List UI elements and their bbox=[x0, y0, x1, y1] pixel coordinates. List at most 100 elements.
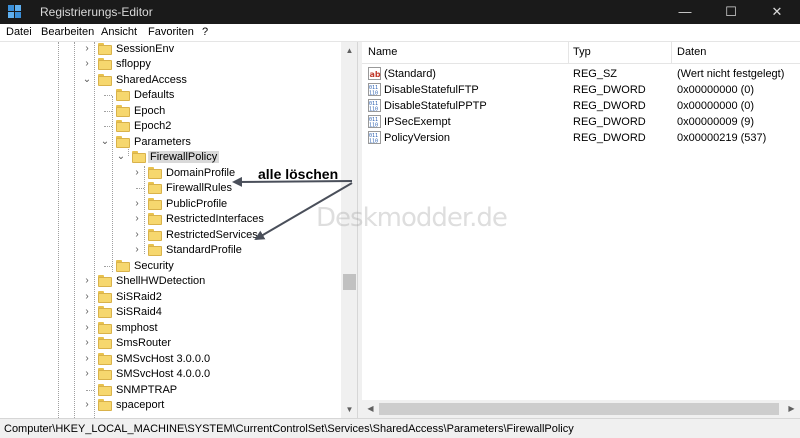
value-row[interactable]: 011 110 DisableStatefulFTP REG_DWORD 0x00000… bbox=[362, 82, 800, 98]
collapse-chevron-icon[interactable]: ⌄ bbox=[100, 136, 110, 148]
value-type: REG_DWORD bbox=[573, 116, 646, 128]
tree-item-snmptrap[interactable]: SNMPTRAP bbox=[0, 383, 340, 398]
scroll-thumb[interactable] bbox=[343, 274, 356, 290]
tree-item-label: spaceport bbox=[116, 399, 165, 411]
tree-item-sharedaccess[interactable]: ⌄ SharedAccess bbox=[0, 73, 340, 88]
expand-chevron-icon[interactable]: › bbox=[132, 198, 142, 210]
tree-item-label: sfloppy bbox=[116, 58, 151, 70]
tree-item-label: DomainProfile bbox=[166, 167, 236, 179]
tree-item-label: ShellHWDetection bbox=[116, 275, 206, 287]
tree-item-label: SiSRaid2 bbox=[116, 291, 162, 303]
folder-icon bbox=[116, 89, 130, 101]
scroll-thumb[interactable] bbox=[379, 403, 779, 415]
tree-item-label: Defaults bbox=[134, 89, 175, 101]
tree-item-restrictedservices[interactable]: › RestrictedServices bbox=[0, 228, 340, 243]
tree-item-label: FirewallPolicy bbox=[148, 151, 220, 163]
expand-chevron-icon[interactable]: › bbox=[82, 399, 92, 411]
registry-editor-icon bbox=[8, 5, 21, 18]
tree-item-sessionenv[interactable]: › SessionEnv bbox=[0, 42, 340, 57]
expand-chevron-icon[interactable]: › bbox=[82, 353, 92, 365]
tree-item-epoch[interactable]: Epoch bbox=[0, 104, 340, 119]
column-separator[interactable] bbox=[671, 42, 672, 64]
scroll-right-icon[interactable]: ▶ bbox=[783, 400, 800, 418]
scroll-left-icon[interactable]: ◀ bbox=[362, 400, 379, 418]
string-value-icon: ab bbox=[368, 67, 381, 80]
tree-item-firewallrules[interactable]: FirewallRules bbox=[0, 181, 340, 196]
expand-chevron-icon[interactable]: › bbox=[132, 229, 142, 241]
tree-item-shellhwdetection[interactable]: › ShellHWDetection bbox=[0, 274, 340, 289]
value-data: 0x00000009 (9) bbox=[677, 116, 755, 128]
tree-item-label: SMSvcHost 4.0.0.0 bbox=[116, 368, 211, 380]
folder-icon bbox=[98, 306, 112, 318]
menu-help[interactable]: ? bbox=[202, 26, 208, 38]
tree-item-label: RestrictedServices bbox=[166, 229, 258, 241]
menu-datei[interactable]: Datei bbox=[6, 26, 32, 38]
collapse-chevron-icon[interactable]: ⌄ bbox=[82, 74, 92, 86]
tree-item-label: SNMPTRAP bbox=[116, 384, 178, 396]
column-separator[interactable] bbox=[568, 42, 569, 64]
expand-chevron-icon[interactable]: › bbox=[82, 306, 92, 318]
menu-ansicht[interactable]: Ansicht bbox=[101, 26, 137, 38]
column-name[interactable]: Name bbox=[368, 46, 397, 58]
tree-item-firewallpolicy[interactable]: ⌄ FirewallPolicy bbox=[0, 150, 340, 165]
column-data[interactable]: Daten bbox=[677, 46, 706, 58]
tree-item-label: StandardProfile bbox=[166, 244, 242, 256]
tree-item-label: SharedAccess bbox=[116, 74, 187, 86]
folder-icon bbox=[148, 198, 162, 210]
tree-item-smsvchost-3-0-0-0[interactable]: › SMSvcHost 3.0.0.0 bbox=[0, 352, 340, 367]
expand-chevron-icon[interactable]: › bbox=[132, 213, 142, 225]
value-row[interactable]: 011 110 PolicyVersion REG_DWORD 0x00000219 (… bbox=[362, 130, 800, 146]
tree-item-publicprofile[interactable]: › PublicProfile bbox=[0, 197, 340, 212]
tree-item-smphost[interactable]: › smphost bbox=[0, 321, 340, 336]
value-name: (Standard) bbox=[384, 68, 436, 80]
tree-item-spaceport[interactable]: › spaceport bbox=[0, 398, 340, 413]
menu-bar: Datei Bearbeiten Ansicht Favoriten ? bbox=[0, 24, 800, 42]
maximize-button[interactable]: ☐ bbox=[708, 0, 754, 24]
value-row[interactable]: 011 110 IPSecExempt REG_DWORD 0x00000009 (9) bbox=[362, 114, 800, 130]
scroll-up-icon[interactable]: ▲ bbox=[341, 42, 357, 59]
value-name: DisableStatefulPPTP bbox=[384, 100, 487, 112]
minimize-button[interactable]: — bbox=[662, 0, 708, 24]
list-horizontal-scrollbar[interactable]: ◀ ▶ bbox=[362, 400, 800, 418]
collapse-chevron-icon[interactable]: ⌄ bbox=[116, 151, 126, 163]
expand-chevron-icon[interactable]: › bbox=[82, 368, 92, 380]
expand-chevron-icon[interactable]: › bbox=[82, 58, 92, 70]
value-name: PolicyVersion bbox=[384, 132, 451, 144]
column-type[interactable]: Typ bbox=[573, 46, 591, 58]
value-type: REG_DWORD bbox=[573, 100, 646, 112]
expand-chevron-icon[interactable]: › bbox=[82, 43, 92, 55]
value-name: DisableStatefulFTP bbox=[384, 84, 479, 96]
expand-chevron-icon[interactable]: › bbox=[82, 275, 92, 287]
tree-connector-line bbox=[136, 188, 144, 189]
tree-item-smsrouter[interactable]: › SmsRouter bbox=[0, 336, 340, 351]
tree-item-label: RestrictedInterfaces bbox=[166, 213, 264, 225]
menu-bearbeiten[interactable]: Bearbeiten bbox=[41, 26, 94, 38]
tree-item-restrictedinterfaces[interactable]: › RestrictedInterfaces bbox=[0, 212, 340, 227]
value-row[interactable]: ab (Standard) REG_SZ (Wert nicht festgelegt… bbox=[362, 66, 800, 82]
tree-item-sisraid2[interactable]: › SiSRaid2 bbox=[0, 290, 340, 305]
tree-item-sisraid4[interactable]: › SiSRaid4 bbox=[0, 305, 340, 320]
expand-chevron-icon[interactable]: › bbox=[132, 244, 142, 256]
value-type: REG_DWORD bbox=[573, 84, 646, 96]
menu-favoriten[interactable]: Favoriten bbox=[148, 26, 194, 38]
expand-chevron-icon[interactable]: › bbox=[82, 337, 92, 349]
tree-connector-line bbox=[86, 390, 94, 391]
svg-text:110: 110 bbox=[369, 91, 378, 97]
tree-item-parameters[interactable]: ⌄ Parameters bbox=[0, 135, 340, 150]
expand-chevron-icon[interactable]: › bbox=[132, 167, 142, 179]
value-row[interactable]: 011 110 DisableStatefulPPTP REG_DWORD 0x0000… bbox=[362, 98, 800, 114]
dword-value-icon: 011110 bbox=[368, 131, 381, 144]
scroll-down-icon[interactable]: ▼ bbox=[341, 401, 357, 418]
tree-item-sfloppy[interactable]: › sfloppy bbox=[0, 57, 340, 72]
tree-item-defaults[interactable]: Defaults bbox=[0, 88, 340, 103]
value-data: 0x00000000 (0) bbox=[677, 100, 755, 112]
expand-chevron-icon[interactable]: › bbox=[82, 291, 92, 303]
tree-item-security[interactable]: Security bbox=[0, 259, 340, 274]
expand-chevron-icon[interactable]: › bbox=[82, 322, 92, 334]
close-button[interactable]: ✕ bbox=[754, 0, 800, 24]
tree-item-standardprofile[interactable]: › StandardProfile bbox=[0, 243, 340, 258]
tree-item-epoch2[interactable]: Epoch2 bbox=[0, 119, 340, 134]
registry-tree[interactable]: › SessionEnv › sfloppy ⌄ SharedAccess Defaults… bbox=[0, 42, 358, 418]
tree-item-smsvchost-4-0-0-0[interactable]: › SMSvcHost 4.0.0.0 bbox=[0, 367, 340, 382]
dword-value-icon: 011110 bbox=[368, 99, 381, 112]
